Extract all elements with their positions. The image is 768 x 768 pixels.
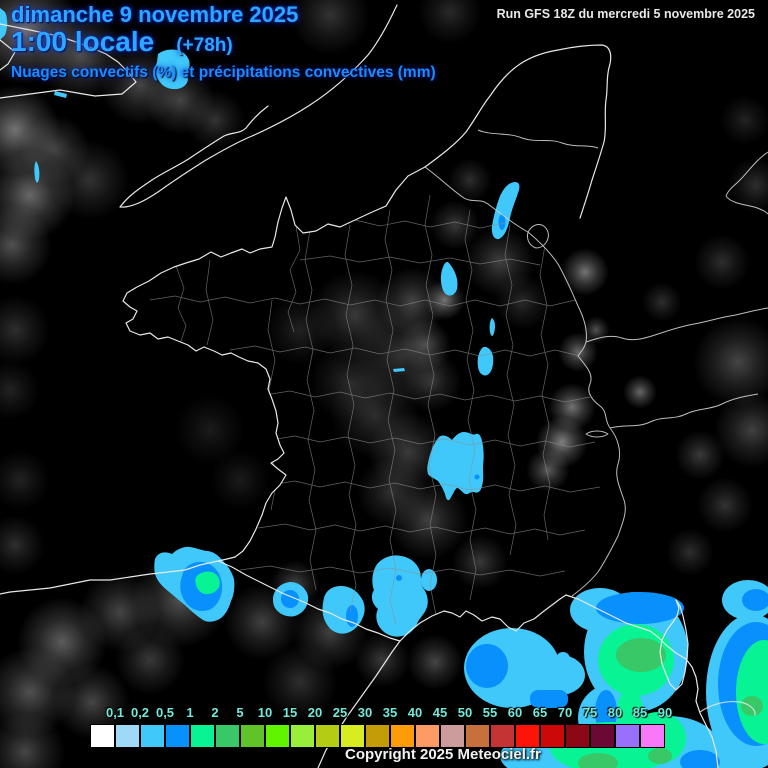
legend-cell: 35 bbox=[365, 703, 397, 748]
legend-threshold-label: 90 bbox=[657, 705, 673, 720]
legend-color-swatch bbox=[140, 724, 165, 748]
legend-color-swatch bbox=[115, 724, 140, 748]
legend-color-swatch bbox=[265, 724, 290, 748]
legend-cell: 25 bbox=[315, 703, 347, 748]
legend-cell: 70 bbox=[540, 703, 572, 748]
legend-color-swatch bbox=[90, 724, 115, 748]
legend-cell: 5 bbox=[215, 703, 244, 748]
legend-cell: 20 bbox=[290, 703, 322, 748]
legend-cell: 1 bbox=[165, 703, 194, 748]
legend-color-swatch bbox=[190, 724, 215, 748]
legend-cell: 75 bbox=[565, 703, 597, 748]
legend-color-swatch bbox=[440, 724, 465, 748]
legend-cell: 55 bbox=[465, 703, 497, 748]
forecast-date: dimanche 9 novembre 2025 bbox=[11, 2, 299, 27]
legend-cell: 30 bbox=[340, 703, 372, 748]
legend-cell: 15 bbox=[265, 703, 297, 748]
legend-color-swatch bbox=[590, 724, 615, 748]
precipitation-legend: 0,1 0,2 0,5 1 2 5 10 15 20 25 30 35 40 45 50 55 60 65 70 75… bbox=[90, 703, 672, 748]
legend-color-swatch bbox=[465, 724, 490, 748]
legend-color-swatch bbox=[365, 724, 390, 748]
legend-color-swatch bbox=[515, 724, 540, 748]
legend-cell: 0,5 bbox=[140, 703, 174, 748]
legend-color-swatch bbox=[565, 724, 590, 748]
legend-cell: 90 bbox=[640, 703, 672, 748]
legend-color-swatch bbox=[290, 724, 315, 748]
legend-color-swatch bbox=[390, 724, 415, 748]
copyright-text: Copyright 2025 Meteociel.fr bbox=[345, 746, 541, 763]
forecast-offset: (+78h) bbox=[176, 35, 233, 56]
legend-cell: 2 bbox=[190, 703, 219, 748]
legend-cell: 85 bbox=[615, 703, 647, 748]
legend-color-swatch bbox=[640, 724, 665, 748]
weather-map-viewport: dimanche 9 novembre 2025 1:00 locale (+78… bbox=[0, 0, 768, 768]
legend-cell: 60 bbox=[490, 703, 522, 748]
legend-cell: 45 bbox=[415, 703, 447, 748]
run-info: Run GFS 18Z du mercredi 5 novembre 2025 bbox=[496, 7, 755, 21]
legend-color-swatch bbox=[615, 724, 640, 748]
map-canvas bbox=[0, 0, 768, 768]
legend-color-swatch bbox=[415, 724, 440, 748]
legend-color-swatch bbox=[315, 724, 340, 748]
forecast-time: 1:00 locale bbox=[11, 26, 155, 57]
legend-color-swatch bbox=[490, 724, 515, 748]
map-subtitle: Nuages convectifs (%) et précipitations … bbox=[11, 64, 436, 81]
legend-cell: 50 bbox=[440, 703, 472, 748]
header: dimanche 9 novembre 2025 1:00 locale (+78… bbox=[11, 2, 436, 82]
legend-color-swatch bbox=[340, 724, 365, 748]
legend-cell: 80 bbox=[590, 703, 622, 748]
legend-color-swatch bbox=[540, 724, 565, 748]
legend-cell: 0,1 bbox=[90, 703, 124, 748]
legend-cell: 0,2 bbox=[115, 703, 149, 748]
legend-color-swatch bbox=[240, 724, 265, 748]
legend-cell: 10 bbox=[240, 703, 272, 748]
legend-color-swatch bbox=[215, 724, 240, 748]
legend-color-swatch bbox=[165, 724, 190, 748]
legend-cell: 40 bbox=[390, 703, 422, 748]
legend-cell: 65 bbox=[515, 703, 547, 748]
